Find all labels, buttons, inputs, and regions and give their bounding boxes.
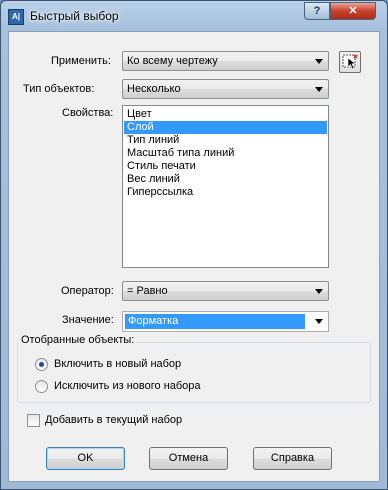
object-type-value: Несколько [127, 83, 181, 95]
close-button[interactable]: ✕ [330, 2, 376, 20]
operator-label: Оператор: [61, 285, 114, 297]
selection-group-title: Отобранные объекты: [19, 334, 137, 346]
autocad-app-icon: A| [8, 9, 24, 25]
title-help-button[interactable]: ? [304, 2, 330, 20]
cancel-button[interactable]: Отмена [149, 447, 228, 470]
exclude-radio-label[interactable]: Исключить из нового набора [54, 380, 201, 392]
list-item[interactable]: Вес линий [124, 173, 327, 186]
chevron-down-icon [315, 59, 323, 64]
dialog-body: Применить: Ко всему чертежу Тип объектов… [8, 31, 380, 482]
chevron-down-icon [315, 289, 323, 294]
append-checkbox[interactable] [27, 414, 40, 427]
chevron-down-icon [315, 87, 323, 92]
radio-selected-dot [39, 362, 44, 367]
include-radio[interactable] [35, 358, 48, 371]
list-item[interactable]: Стиль печати [124, 160, 327, 173]
help-button[interactable]: Справка [253, 447, 332, 470]
exclude-radio[interactable] [35, 380, 48, 393]
value-text[interactable]: Форматка [125, 314, 305, 329]
value-dropdown-button[interactable] [310, 312, 328, 331]
properties-list[interactable]: Цвет Слой Тип линий Масштаб типа линий С… [122, 105, 329, 268]
apply-value: Ко всему чертежу [127, 55, 218, 67]
include-radio-label[interactable]: Включить в новый набор [54, 358, 181, 370]
operator-value: = Равно [127, 285, 168, 297]
chevron-down-icon [315, 319, 323, 324]
list-item[interactable]: Тип линий [124, 134, 327, 147]
list-item[interactable]: Гиперссылка [124, 186, 327, 199]
value-label: Значение: [62, 314, 114, 326]
ok-button[interactable]: OK [46, 447, 125, 470]
append-checkbox-label[interactable]: Добавить в текущий набор [45, 414, 182, 426]
apply-label: Применить: [51, 55, 111, 67]
operator-dropdown[interactable]: = Равно [122, 281, 329, 301]
value-combobox[interactable]: Форматка [122, 311, 329, 332]
apply-dropdown[interactable]: Ко всему чертежу [122, 51, 329, 71]
properties-label: Свойства: [62, 107, 114, 119]
object-type-label: Тип объектов: [23, 83, 95, 95]
select-objects-button[interactable] [339, 51, 361, 73]
list-item-selected[interactable]: Слой [124, 121, 327, 134]
list-item[interactable]: Масштаб типа линий [124, 147, 327, 160]
object-type-dropdown[interactable]: Несколько [122, 79, 329, 99]
dialog-title: Быстрый выбор [30, 9, 119, 23]
cursor-select-icon [342, 54, 358, 70]
quick-select-dialog: A| Быстрый выбор ? ✕ Применить: Ко всему… [0, 0, 388, 490]
title-bar[interactable]: A| Быстрый выбор ? ✕ [1, 1, 387, 31]
selection-groupbox [17, 342, 371, 403]
list-item[interactable]: Цвет [124, 108, 327, 121]
